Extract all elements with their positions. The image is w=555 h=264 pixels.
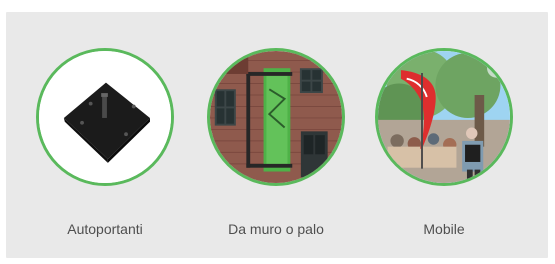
feather-flag-image — [375, 48, 513, 186]
option-label: Autoportanti — [67, 221, 143, 237]
option-da-muro-o-palo[interactable]: Da muro o palo — [201, 48, 351, 238]
option-label: Mobile — [423, 221, 465, 237]
mounting-options-panel: Autoportanti Da muro o palo Mobile — [6, 12, 548, 258]
black-base-plate-image — [36, 48, 174, 186]
wall-banner-image — [207, 48, 345, 186]
option-mobile[interactable]: Mobile — [369, 48, 519, 238]
option-label: Da muro o palo — [228, 221, 324, 237]
option-autoportanti[interactable]: Autoportanti — [30, 48, 180, 238]
